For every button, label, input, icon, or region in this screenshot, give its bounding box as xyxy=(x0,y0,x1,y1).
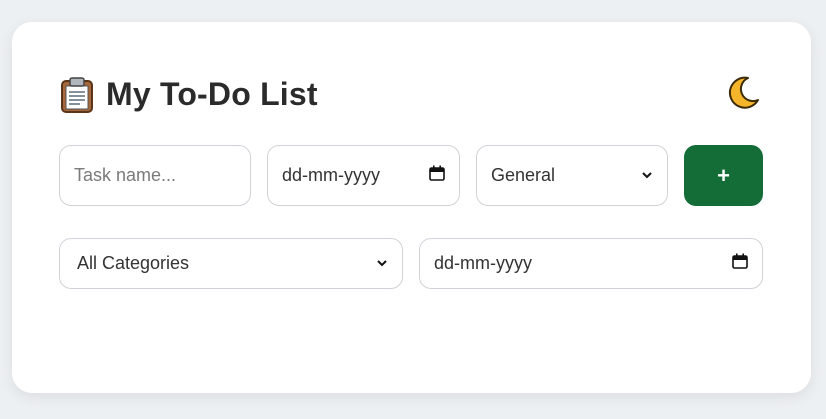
filter-category-select[interactable]: All Categories xyxy=(59,238,403,289)
filter-date-value: dd-mm-yyyy xyxy=(434,253,532,273)
calendar-icon[interactable] xyxy=(429,165,445,186)
category-selected-value: General xyxy=(491,165,556,185)
filter-date-field[interactable]: dd-mm-yyyy xyxy=(419,238,763,289)
crescent-moon-icon xyxy=(726,76,760,115)
task-name-field[interactable] xyxy=(59,145,251,206)
filter-category-value: All Categories xyxy=(77,253,190,273)
page-title: My To-Do List xyxy=(106,76,318,112)
due-date-value: dd-mm-yyyy xyxy=(282,165,380,185)
theme-toggle-button[interactable] xyxy=(724,76,762,114)
category-select[interactable]: General xyxy=(476,145,668,206)
clipboard-icon xyxy=(60,76,94,113)
add-task-button[interactable]: + xyxy=(684,145,763,206)
header: My To-Do List xyxy=(60,76,318,113)
chevron-down-icon xyxy=(376,253,388,274)
calendar-icon[interactable] xyxy=(732,253,748,274)
chevron-down-icon xyxy=(641,165,653,186)
due-date-field[interactable]: dd-mm-yyyy xyxy=(267,145,460,206)
task-name-input[interactable] xyxy=(74,165,250,186)
